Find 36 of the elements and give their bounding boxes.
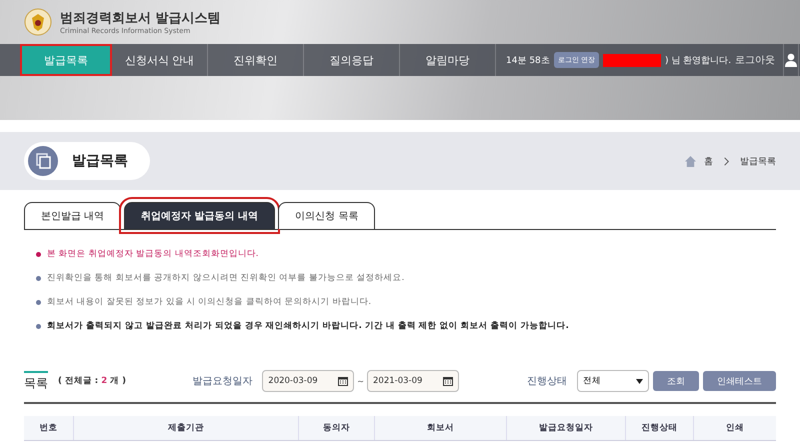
column-header: 번호: [38, 422, 58, 435]
nav-item[interactable]: 신청서식 안내: [112, 44, 208, 76]
breadcrumb-link[interactable]: 발급목록: [740, 154, 776, 168]
date-label: 발급요청일자: [192, 375, 252, 388]
nav-item[interactable]: 알림마당: [400, 44, 496, 76]
count-value: 2: [101, 376, 108, 386]
list-title: 목록: [24, 370, 48, 392]
notice-text: 회보서가 출력되지 않고 발급완료 처리가 되었을 경우 재인쇄하시기 바랍니다. 기간 내 출력 제한 없이 회보서 출력이 가능합니다.: [47, 320, 569, 332]
welcome-text: ) 님 환영합니다.: [665, 54, 732, 66]
notice-text: 진위확인을 통해 회보서를 공개하지 않으시려면 진위확인 여부를 불가능으로 설정하세요.: [47, 272, 404, 284]
search-button[interactable]: 조회: [653, 371, 699, 391]
column-header: 인쇄: [693, 416, 776, 440]
page-title: 발급목록: [72, 152, 128, 170]
column-header: 진행상태: [625, 416, 693, 440]
date-from-field[interactable]: 2020-03-09: [262, 370, 354, 392]
site-title: 범죄경력회보서 발급시스템: [60, 10, 221, 27]
date-separator: ~: [357, 376, 364, 386]
count-label: ( 전체글 :: [58, 375, 98, 387]
tab[interactable]: 이의신청 목록: [278, 202, 376, 229]
logout-link[interactable]: 로그아웃: [735, 53, 776, 67]
nav-item[interactable]: 질의응답: [304, 44, 400, 76]
status-label: 진행상태: [527, 375, 567, 388]
notice-text: 회보서 내용이 잘못된 정보가 있을 시 이의신청을 클릭하여 문의하시기 바랍니다.: [47, 296, 372, 308]
column-header: 발급요청일자: [506, 416, 625, 440]
column-header: 회보서: [374, 416, 506, 440]
date-to-field[interactable]: 2021-03-09: [367, 370, 459, 392]
status-select[interactable]: 전체: [577, 370, 649, 392]
session-timer: 14분 58초: [506, 54, 550, 66]
count-unit: 개 ): [110, 375, 126, 387]
breadcrumb-link[interactable]: 홈: [704, 154, 713, 168]
print-test-button[interactable]: 인쇄테스트: [703, 371, 776, 391]
tab[interactable]: 본인발급 내역: [24, 202, 122, 229]
nav-item[interactable]: 진위확인: [208, 44, 304, 76]
notice-text: 본 화면은 취업예정자 발급동의 내역조회화면입니다.: [47, 248, 259, 260]
column-header: 동의자: [298, 416, 374, 440]
column-header: 제출기관: [73, 416, 298, 440]
